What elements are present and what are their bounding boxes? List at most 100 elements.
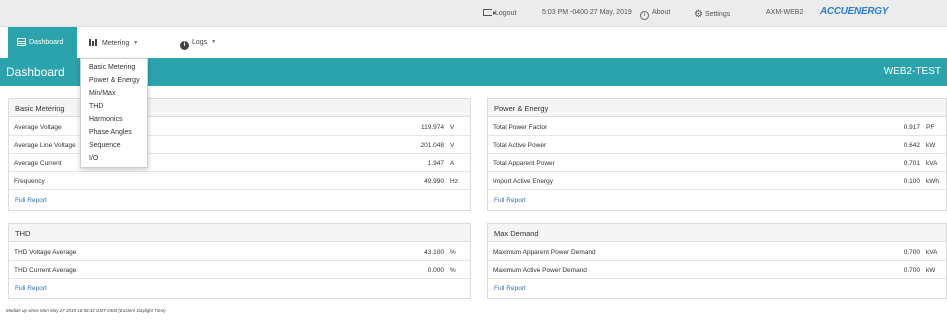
info-icon: i (640, 11, 649, 20)
row-label: Average Line Voltage (14, 142, 76, 149)
device-name: WEB2-TEST (883, 66, 941, 77)
menu-item-thd[interactable]: THD (89, 103, 103, 110)
row-unit: V (450, 124, 455, 131)
full-report-link[interactable]: Full Report (15, 197, 47, 204)
menu-item-sequence[interactable]: Sequence (89, 142, 121, 149)
menu-item-phase-angles[interactable]: Phase Angles (89, 129, 132, 136)
table-row: Average Line Voltage 201.048 V (9, 136, 470, 154)
menu-item-min-max[interactable]: Min/Max (89, 90, 115, 97)
row-unit: A (450, 160, 455, 167)
table-row: Maximum Active Power Demand 0.700 kW (488, 261, 946, 279)
top-utility-bar: Logout 5:03 PM -0400 27 May, 2019 i About… (0, 0, 947, 27)
row-unit: kWh (926, 178, 939, 185)
clock-display: 5:03 PM -0400 27 May, 2019 (542, 9, 632, 16)
nav-metering[interactable]: Metering ▼ (89, 39, 138, 47)
row-label: Import Active Energy (493, 178, 553, 185)
logout-icon (483, 9, 496, 16)
table-row: Average Current 1.947 A (9, 154, 470, 172)
row-value: 119.974 (420, 124, 444, 131)
row-label: Maximum Active Power Demand (493, 267, 587, 274)
menu-item-power-energy[interactable]: Power & Energy (89, 77, 140, 84)
row-label: Frequency (14, 178, 45, 185)
nav-logs[interactable]: i Logs ▼ (180, 39, 216, 50)
nav-metering-label: Metering (102, 40, 130, 47)
row-value: 1.947 (427, 160, 444, 167)
logout-label: Logout (495, 10, 517, 17)
gear-icon: ⚙ (694, 9, 703, 20)
row-unit: kW (926, 142, 936, 149)
metering-dropdown-menu: Basic Metering Power & Energy Min/Max TH… (80, 58, 148, 168)
panel-header: Basic Metering (9, 99, 470, 117)
caret-down-icon: ▼ (133, 40, 139, 46)
about-link[interactable]: i About (640, 9, 670, 20)
menu-item-io[interactable]: I/O (89, 155, 98, 162)
table-row: THD Current Average 0.000 % (9, 261, 470, 279)
row-unit: % (450, 249, 456, 256)
dashboard-icon (17, 38, 26, 46)
row-label: THD Current Average (14, 267, 77, 274)
full-report-link[interactable]: Full Report (494, 285, 526, 292)
table-row: Total Power Factor 0.917 PF (488, 118, 946, 136)
panel-header: Max Demand (488, 224, 946, 242)
about-label: About (652, 9, 671, 16)
settings-label: Settings (704, 11, 731, 18)
row-label: Total Power Factor (493, 124, 548, 131)
panel-footer: Full Report (488, 192, 946, 210)
row-unit: PF (926, 124, 935, 131)
table-row: Average Voltage 119.974 V (9, 118, 470, 136)
power-energy-panel: Power & Energy Total Power Factor 0.917 … (487, 98, 947, 211)
full-report-link[interactable]: Full Report (494, 197, 526, 204)
nav-dashboard-label: Dashboard (29, 39, 64, 46)
row-value: 0.000 (427, 267, 444, 274)
row-unit: kW (926, 267, 936, 274)
panel-title: Max Demand (494, 229, 539, 238)
row-unit: Hz (450, 178, 458, 185)
row-unit: V (450, 142, 455, 149)
panel-title: Basic Metering (15, 104, 65, 113)
row-label: Total Active Power (493, 142, 547, 149)
table-row: Total Apparent Power 0.701 kVA (488, 154, 946, 172)
thd-panel: THD THD Voltage Average 43.100 % THD Cur… (8, 223, 471, 299)
row-label: Total Apparent Power (493, 160, 555, 167)
panel-footer: Full Report (9, 192, 470, 210)
panel-header: Power & Energy (488, 99, 946, 117)
table-row: THD Voltage Average 43.100 % (9, 243, 470, 261)
brand-logo-text: ACCUENERGY (820, 6, 889, 17)
table-row: Import Active Energy 0.100 kWh (488, 172, 946, 190)
brand-logo: ACCUENERGY (814, 3, 947, 22)
table-row: Frequency 49.990 Hz (9, 172, 470, 190)
bar-chart-icon (89, 39, 99, 46)
basic-metering-panel: Basic Metering Average Voltage 119.974 V… (8, 98, 471, 211)
row-value: 0.700 (903, 267, 920, 274)
panel-title: THD (15, 229, 31, 238)
table-row: Maximum Apparent Power Demand 0.700 kVA (488, 243, 946, 261)
panel-header: THD (9, 224, 470, 242)
row-value: 0.917 (903, 124, 920, 131)
nav-dashboard[interactable]: Dashboard (8, 27, 77, 59)
row-value: 0.642 (903, 142, 920, 149)
max-demand-panel: Max Demand Maximum Apparent Power Demand… (487, 223, 947, 299)
panel-title: Power & Energy (494, 104, 549, 113)
full-report-link[interactable]: Full Report (15, 285, 47, 292)
info-circle-icon: i (180, 41, 189, 50)
row-value: 0.701 (903, 160, 920, 167)
row-label: THD Voltage Average (14, 249, 77, 256)
panel-footer: Full Report (9, 280, 470, 298)
row-value: 0.700 (903, 249, 920, 256)
panel-footer: Full Report (488, 280, 946, 298)
row-unit: kVA (926, 249, 938, 256)
uptime-note: Module up since Mon May 27 2019 16:56:42… (6, 308, 166, 313)
row-label: Average Current (14, 160, 62, 167)
row-label: Maximum Apparent Power Demand (493, 249, 596, 256)
page-title: Dashboard (6, 65, 65, 79)
nav-logs-label: Logs (192, 39, 208, 46)
row-unit: % (450, 267, 456, 274)
menu-item-basic-metering[interactable]: Basic Metering (89, 64, 135, 71)
settings-link[interactable]: ⚙ Settings (694, 9, 730, 20)
logout-link[interactable]: Logout (483, 9, 516, 17)
menu-item-harmonics[interactable]: Harmonics (89, 116, 122, 123)
row-unit: kVA (926, 160, 938, 167)
hostname: AXM-WEB2 (766, 9, 804, 16)
row-value: 43.100 (424, 249, 444, 256)
row-value: 0.100 (903, 178, 920, 185)
